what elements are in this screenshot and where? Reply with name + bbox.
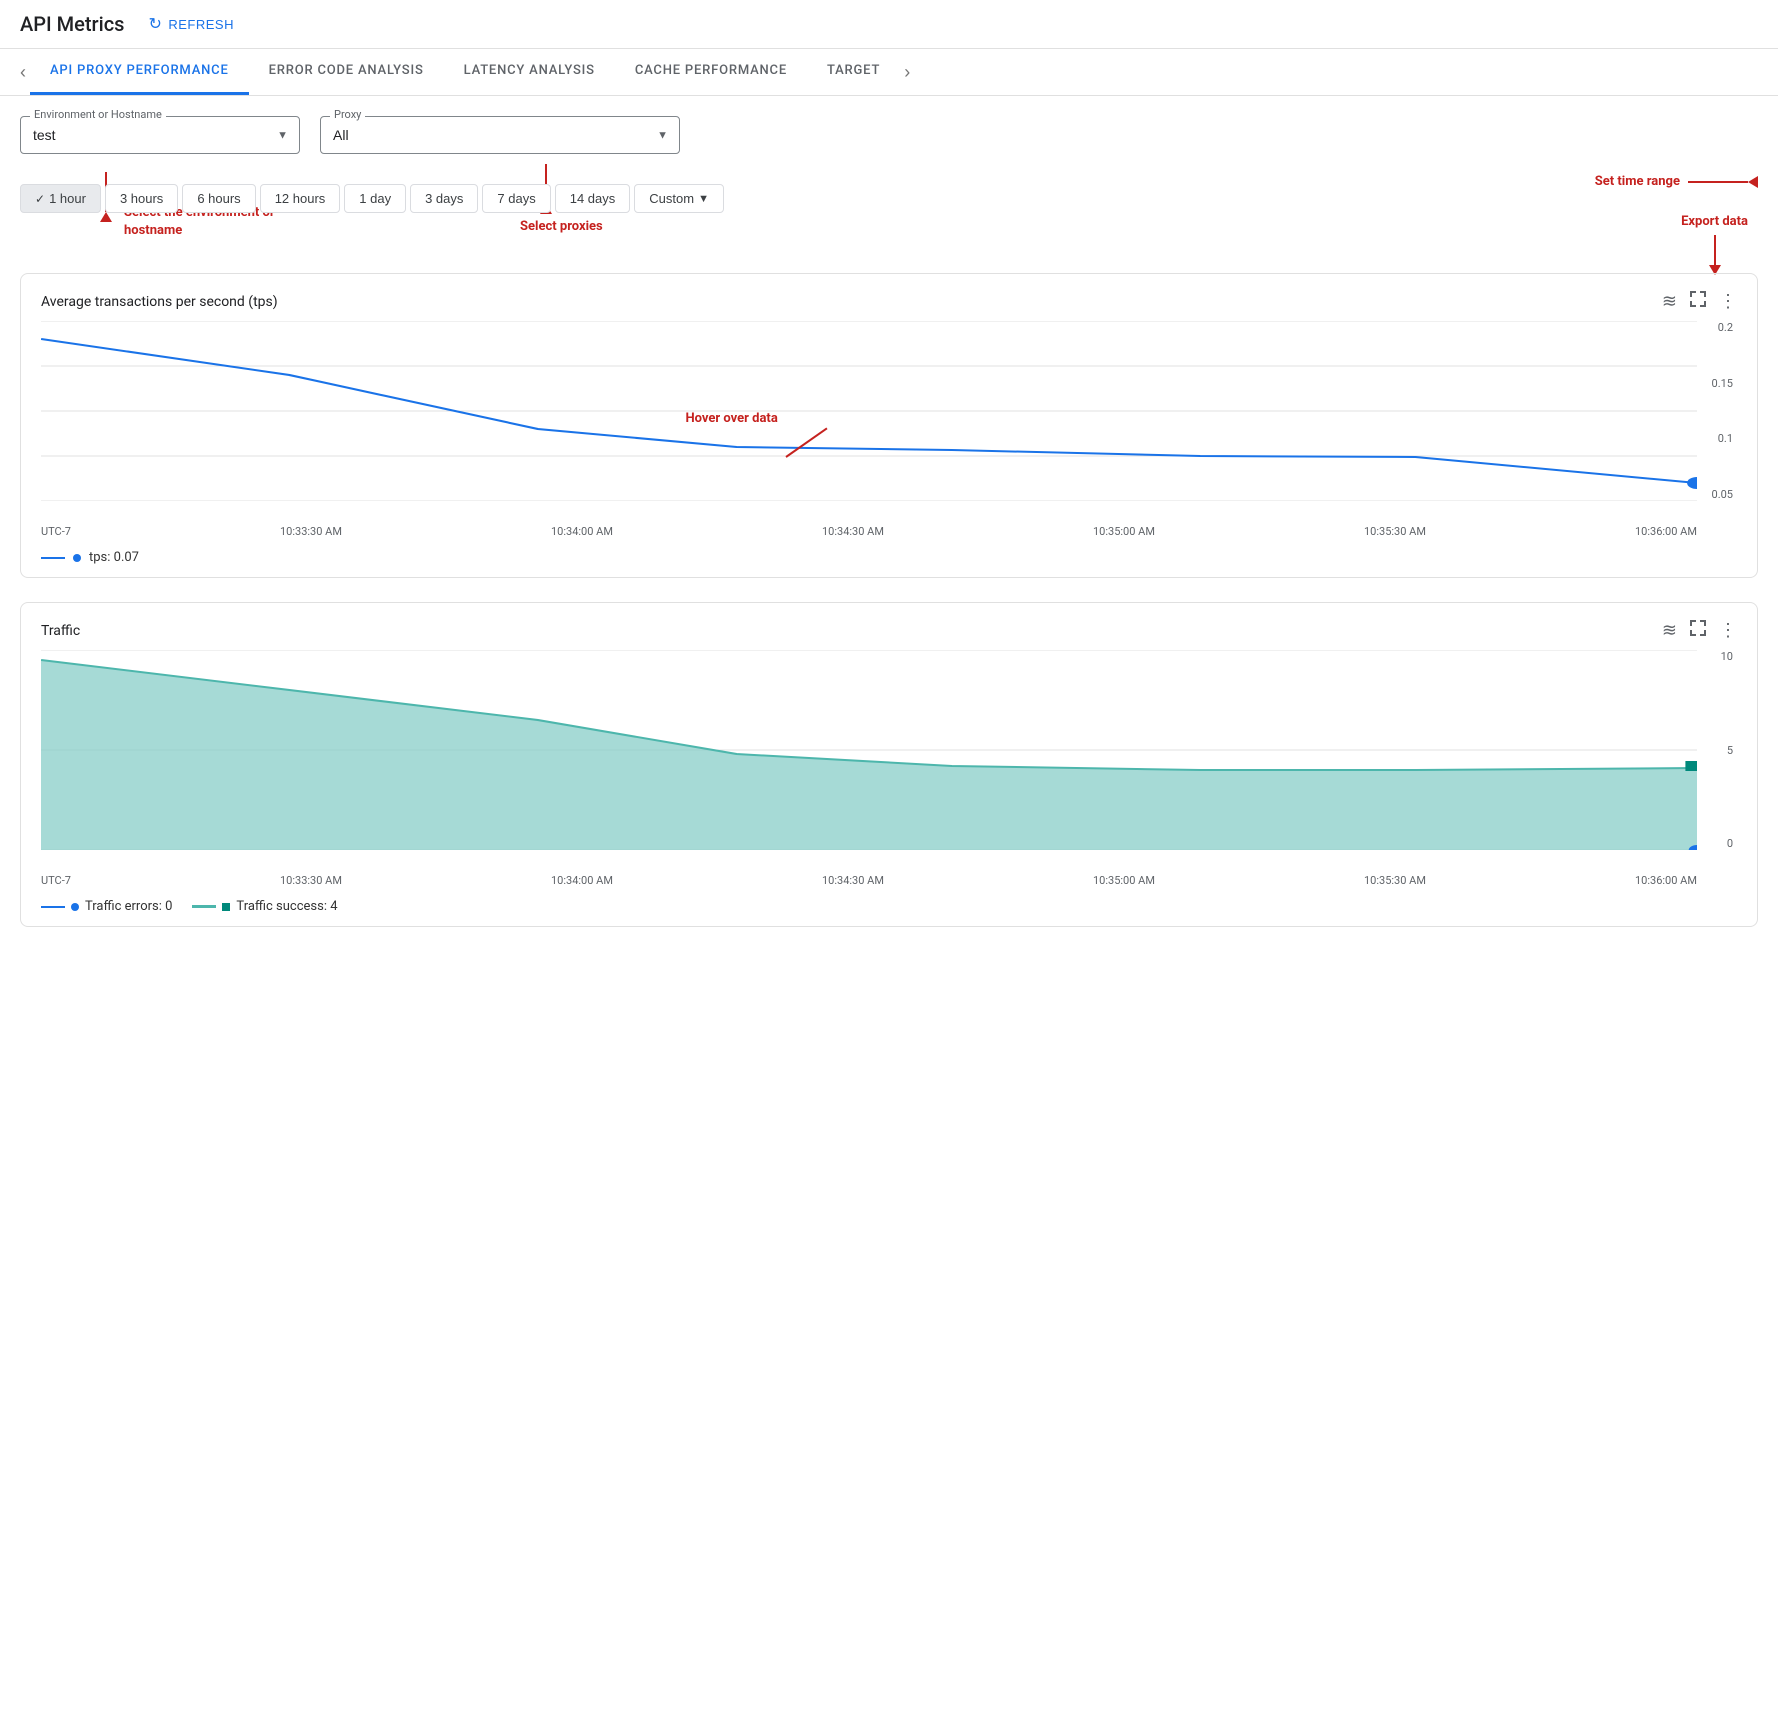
x-label-1034: 10:34:00 AM	[551, 525, 613, 538]
time-btn-3days[interactable]: 3 days	[410, 184, 478, 213]
time-btn-6hours[interactable]: 6 hours	[182, 184, 255, 213]
x-label-1036: 10:36:00 AM	[1635, 525, 1697, 538]
time-btn-1day[interactable]: 1 day	[344, 184, 406, 213]
x-label-10355: 10:35:30 AM	[1364, 525, 1426, 538]
time-btn-custom[interactable]: Custom ▼	[634, 184, 724, 213]
tab-bar: ‹ API PROXY PERFORMANCE ERROR CODE ANALY…	[0, 49, 1778, 96]
main-content: Environment or Hostname test Proxy All	[0, 96, 1778, 971]
legend-success-dot	[222, 903, 230, 911]
filters-row: Environment or Hostname test Proxy All	[20, 116, 1758, 154]
y-label-5: 5	[1727, 744, 1733, 757]
chart-traffic: Traffic ≋ ⋮	[20, 602, 1758, 927]
refresh-button[interactable]: ↻ REFRESH	[148, 14, 234, 34]
time-btn-7days[interactable]: 7 days	[482, 184, 550, 213]
chart-tps-more-btn[interactable]: ⋮	[1719, 291, 1737, 312]
chart-traffic-legend-btn[interactable]: ≋	[1662, 620, 1677, 641]
x2-label-1035: 10:35:00 AM	[1093, 874, 1155, 887]
time-btn-1hour[interactable]: ✓ 1 hour	[20, 184, 101, 213]
x2-label-1036: 10:36:00 AM	[1635, 874, 1697, 887]
chart-traffic-header: Traffic ≋ ⋮	[41, 619, 1737, 642]
tab-cache[interactable]: CACHE PERFORMANCE	[615, 49, 807, 95]
time-range-row: ✓ 1 hour 3 hours 6 hours 12 hours 1 day …	[20, 184, 1758, 213]
refresh-label: REFRESH	[168, 17, 234, 32]
y-label-0: 0	[1727, 837, 1733, 850]
proxy-filter: Proxy All	[320, 116, 680, 154]
time-btn-3hours[interactable]: 3 hours	[105, 184, 178, 213]
chart-tps-legend-btn[interactable]: ≋	[1662, 291, 1677, 312]
x2-label-1034: 10:34:00 AM	[551, 874, 613, 887]
tab-nav-next[interactable]: ›	[900, 50, 914, 95]
time-btn-12hours[interactable]: 12 hours	[260, 184, 341, 213]
tab-api-proxy[interactable]: API PROXY PERFORMANCE	[30, 49, 249, 95]
x2-label-10355: 10:35:30 AM	[1364, 874, 1426, 887]
refresh-icon: ↻	[148, 14, 162, 34]
app-header: API Metrics ↻ REFRESH	[0, 0, 1778, 49]
x-label-utc: UTC-7	[41, 525, 71, 538]
chart-traffic-more-btn[interactable]: ⋮	[1719, 620, 1737, 641]
proxy-label: Proxy	[330, 108, 365, 121]
chart-tps-title: Average transactions per second (tps)	[41, 294, 278, 310]
chart-tps: Average transactions per second (tps) ≋	[20, 273, 1758, 578]
legend-tps-dot	[73, 554, 81, 562]
chart-tps-fullscreen-btn[interactable]	[1689, 290, 1707, 313]
legend-traffic-errors: Traffic errors: 0	[85, 899, 172, 914]
legend-errors-dot	[71, 903, 79, 911]
legend-tps-line	[41, 557, 65, 559]
chart-tps-header: Average transactions per second (tps) ≋	[41, 290, 1737, 313]
environment-select-wrapper: test	[20, 116, 300, 154]
y-label-0.15: 0.15	[1712, 377, 1733, 390]
chart-traffic-title: Traffic	[41, 623, 80, 639]
environment-filter: Environment or Hostname test	[20, 116, 300, 154]
app-title: API Metrics	[20, 12, 124, 36]
check-icon: ✓	[35, 192, 45, 206]
legend-tps-label: tps: 0.07	[89, 550, 139, 565]
proxy-select[interactable]: All	[320, 116, 680, 154]
environment-label: Environment or Hostname	[30, 108, 166, 121]
dropdown-arrow-icon: ▼	[698, 193, 709, 205]
proxy-annotation: Select proxies	[520, 219, 603, 234]
y-label-10: 10	[1721, 650, 1733, 663]
tab-latency[interactable]: LATENCY ANALYSIS	[444, 49, 615, 95]
chart-traffic-icons: ≋ ⋮	[1662, 619, 1737, 642]
legend-traffic-success: Traffic success: 4	[236, 899, 337, 914]
x-label-1035: 10:35:00 AM	[1093, 525, 1155, 538]
x2-label-10345: 10:34:30 AM	[822, 874, 884, 887]
export-annotation: Export data	[1681, 214, 1748, 231]
environment-select[interactable]: test	[20, 116, 300, 154]
x-label-1033: 10:33:30 AM	[280, 525, 342, 538]
legend-success-line	[192, 905, 216, 908]
chart-traffic-end-dot	[1685, 761, 1697, 771]
chart-tps-icons: ≋ ⋮	[1662, 290, 1737, 313]
tab-target[interactable]: TARGET	[807, 49, 900, 95]
x-label-10345: 10:34:30 AM	[822, 525, 884, 538]
chart-tps-end-dot	[1687, 477, 1697, 489]
legend-errors-line	[41, 906, 65, 908]
x2-label-utc: UTC-7	[41, 874, 71, 887]
y-label-0.2: 0.2	[1718, 321, 1733, 334]
time-btn-14days[interactable]: 14 days	[555, 184, 631, 213]
chart-traffic-legend: Traffic errors: 0 Traffic success: 4	[41, 899, 1737, 914]
x2-label-1033: 10:33:30 AM	[280, 874, 342, 887]
y-label-0.1: 0.1	[1718, 432, 1733, 445]
tab-nav-prev[interactable]: ‹	[16, 50, 30, 95]
tab-error-code[interactable]: ERROR CODE ANALYSIS	[249, 49, 444, 95]
chart-traffic-area	[41, 660, 1697, 850]
proxy-select-wrapper: All	[320, 116, 680, 154]
y-label-0.05: 0.05	[1712, 488, 1733, 501]
time-range-annotation: Set time range	[1595, 174, 1680, 191]
chart-traffic-fullscreen-btn[interactable]	[1689, 619, 1707, 642]
chart-tps-legend: tps: 0.07	[41, 550, 1737, 565]
